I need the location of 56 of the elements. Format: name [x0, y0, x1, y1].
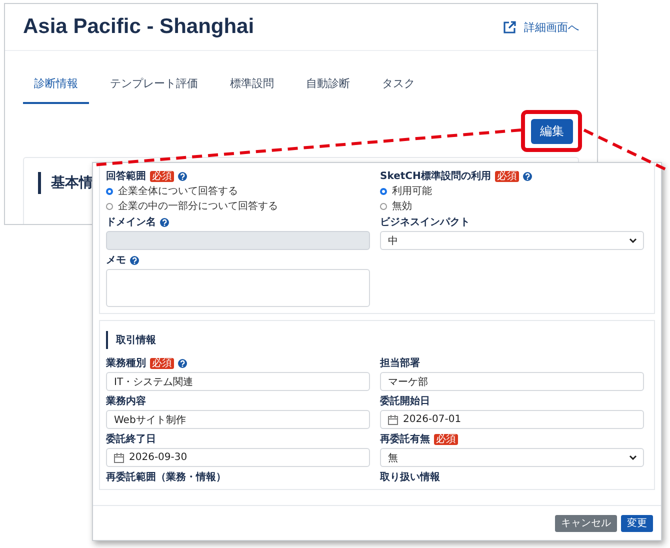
date-field[interactable]: 2026-09-30 [106, 448, 370, 467]
tab[interactable]: タスク [371, 73, 426, 104]
radio-button[interactable] [106, 188, 113, 194]
field-label: 再委託有無 [380, 432, 430, 446]
radio-button[interactable] [380, 202, 387, 210]
field-label: 委託開始日 [380, 394, 430, 408]
field-label: 担当部署 [380, 356, 420, 370]
radio-option[interactable]: 企業全体について回答する [106, 185, 370, 197]
radio-button[interactable] [380, 188, 387, 194]
card-title: 基本情 [51, 174, 93, 193]
help-icon[interactable] [178, 172, 187, 180]
tab[interactable]: テンプレート評価 [99, 73, 209, 104]
field-label: 再委託範囲（業務・情報） [106, 470, 226, 484]
title-bar [38, 172, 41, 194]
help-icon[interactable] [178, 358, 187, 368]
required-badge: 必須 [150, 170, 174, 182]
memo-field[interactable] [106, 269, 370, 307]
text-field[interactable]: マーケ部 [380, 372, 644, 391]
radio-button[interactable] [106, 202, 113, 210]
text-field[interactable]: IT・システム関連 [106, 372, 370, 391]
field-label: 回答範囲 [106, 170, 146, 183]
field-label: メモ [106, 254, 126, 267]
chevron-down-icon [629, 238, 637, 243]
help-icon[interactable] [130, 256, 139, 264]
radio-option[interactable]: 企業の中の一部分について回答する [106, 200, 370, 212]
required-badge: 必須 [494, 170, 519, 182]
field-label: ドメイン名 [106, 216, 156, 229]
select-field[interactable]: 中 [380, 231, 644, 250]
field-label: 取り扱い情報 [380, 470, 440, 484]
submit-button[interactable]: 変更 [621, 514, 653, 532]
field-label: SketCH標準設問の利用 [380, 170, 491, 183]
field-label: 業務種別 [106, 356, 146, 370]
tab[interactable]: 自動診断 [295, 73, 361, 104]
field-label: 業務内容 [106, 394, 146, 408]
text-field[interactable]: Webサイト制作 [106, 410, 370, 429]
calendar-icon [388, 414, 398, 424]
field-label: 委託終了日 [106, 432, 156, 446]
tab[interactable]: 診断情報 [23, 73, 89, 104]
section-title: 取引情報 [116, 334, 156, 347]
help-icon[interactable] [522, 172, 532, 180]
highlight-frame [521, 110, 582, 152]
radio-option[interactable]: 利用可能 [380, 185, 644, 197]
edit-button[interactable]: 編集 [531, 119, 573, 144]
radio-option[interactable]: 無効 [380, 200, 644, 212]
cancel-button[interactable]: キャンセル [555, 514, 617, 532]
chevron-down-icon [629, 455, 637, 460]
date-field[interactable]: 2026-07-01 [380, 410, 644, 429]
page-title: Asia Pacific - Shanghai [23, 15, 254, 39]
tab[interactable]: 標準設問 [219, 73, 285, 104]
calendar-icon [114, 452, 124, 462]
required-badge: 必須 [434, 434, 458, 444]
external-link-icon [503, 20, 516, 34]
field-label: ビジネスインパクト [380, 216, 470, 229]
required-badge: 必須 [150, 358, 174, 368]
select-field[interactable]: 無 [380, 448, 644, 467]
detail-link[interactable]: 詳細画面へ [503, 20, 579, 34]
